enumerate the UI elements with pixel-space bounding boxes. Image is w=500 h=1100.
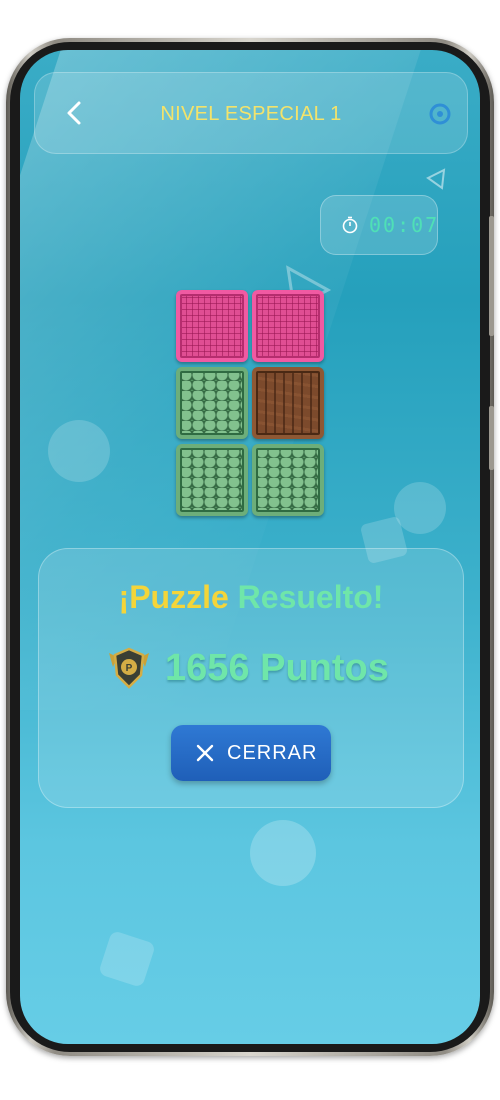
decor-square (98, 930, 156, 988)
game-screen: NIVEL ESPECIAL 1 00:07 ¡Puzzle Resuelto! (20, 50, 480, 1044)
headline-part-2: Resuelto! (237, 579, 384, 615)
timer-value: 00:07 (369, 213, 440, 237)
top-bar: NIVEL ESPECIAL 1 (34, 72, 468, 154)
decor-circle (48, 420, 110, 482)
settings-button[interactable] (427, 101, 453, 127)
power-button (489, 406, 494, 470)
gear-icon (429, 103, 451, 125)
close-icon (196, 744, 214, 762)
level-title: NIVEL ESPECIAL 1 (160, 103, 342, 125)
puzzle-tile (176, 367, 248, 439)
close-button[interactable]: CERRAR (171, 725, 331, 781)
puzzle-board (176, 290, 324, 516)
timer-display: 00:07 (320, 195, 438, 255)
decor-circle (394, 482, 446, 534)
decor-circle (250, 820, 316, 886)
decor-triangle (426, 168, 446, 190)
svg-text:P: P (126, 663, 133, 674)
points-row: P 1656 Puntos (39, 645, 463, 695)
puzzle-tile (176, 290, 248, 362)
result-headline: ¡Puzzle Resuelto! (39, 579, 463, 616)
volume-button (489, 216, 494, 336)
puzzle-tile (252, 290, 324, 362)
result-card: ¡Puzzle Resuelto! P 1656 Puntos CERRAR (38, 548, 464, 808)
headline-part-1: ¡Puzzle (118, 579, 229, 615)
points-value: 1656 Puntos (165, 647, 389, 689)
close-button-label: CERRAR (227, 742, 318, 764)
puzzle-tile (252, 444, 324, 516)
puzzle-tile (252, 367, 324, 439)
puzzle-tile (176, 444, 248, 516)
stopwatch-icon (342, 216, 358, 234)
shield-badge-icon: P (109, 647, 149, 689)
